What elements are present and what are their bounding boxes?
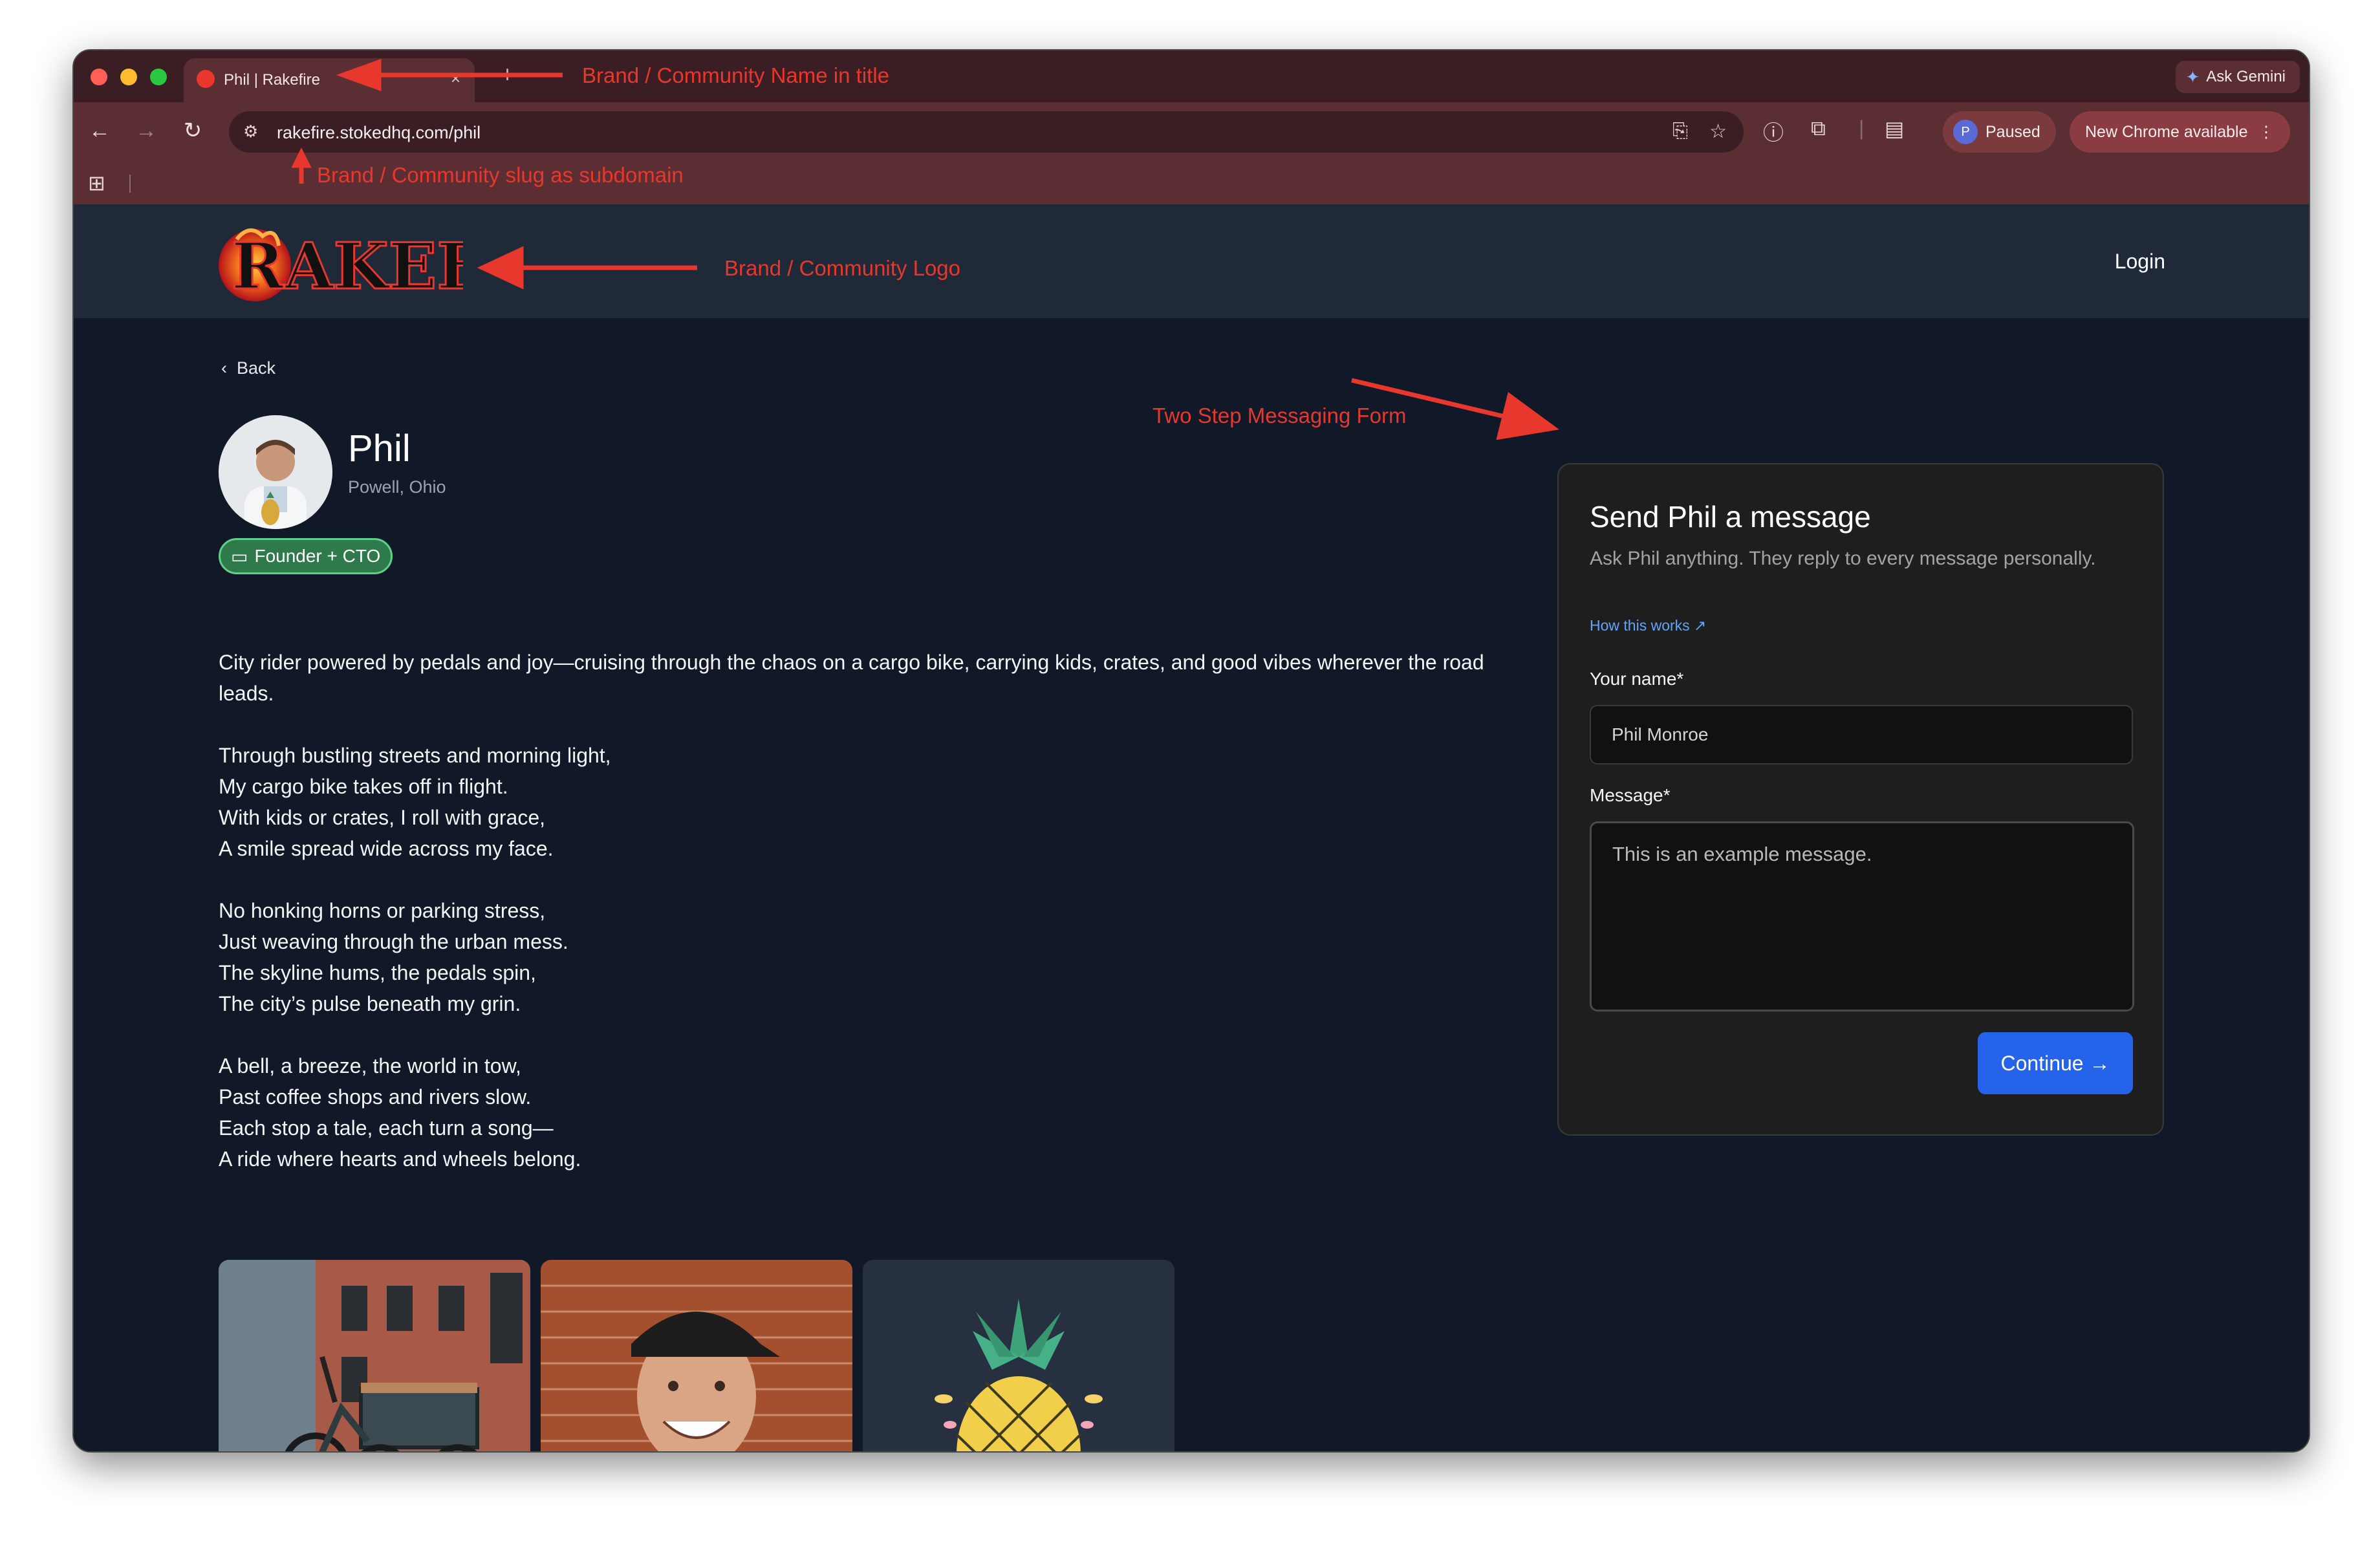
browser-window: Phil | Rakefire × + ✦ Ask Gemini ← → ↻ ⚙… [72, 49, 2310, 1453]
annotation-logo-label: Brand / Community Logo [724, 256, 961, 280]
annotation-title-label: Brand / Community Name in title [582, 63, 890, 87]
annotation-subdomain-label: Brand / Community slug as subdomain [317, 163, 684, 187]
annotation-form-label: Two Step Messaging Form [1152, 404, 1407, 427]
annotation-arrow-title [336, 59, 382, 91]
annotation-arrow-subdomain [291, 147, 312, 168]
annotation-overlay [291, 59, 1559, 440]
annotation-arrow-logo [477, 246, 524, 290]
annotation-arrow-form [1496, 392, 1559, 440]
